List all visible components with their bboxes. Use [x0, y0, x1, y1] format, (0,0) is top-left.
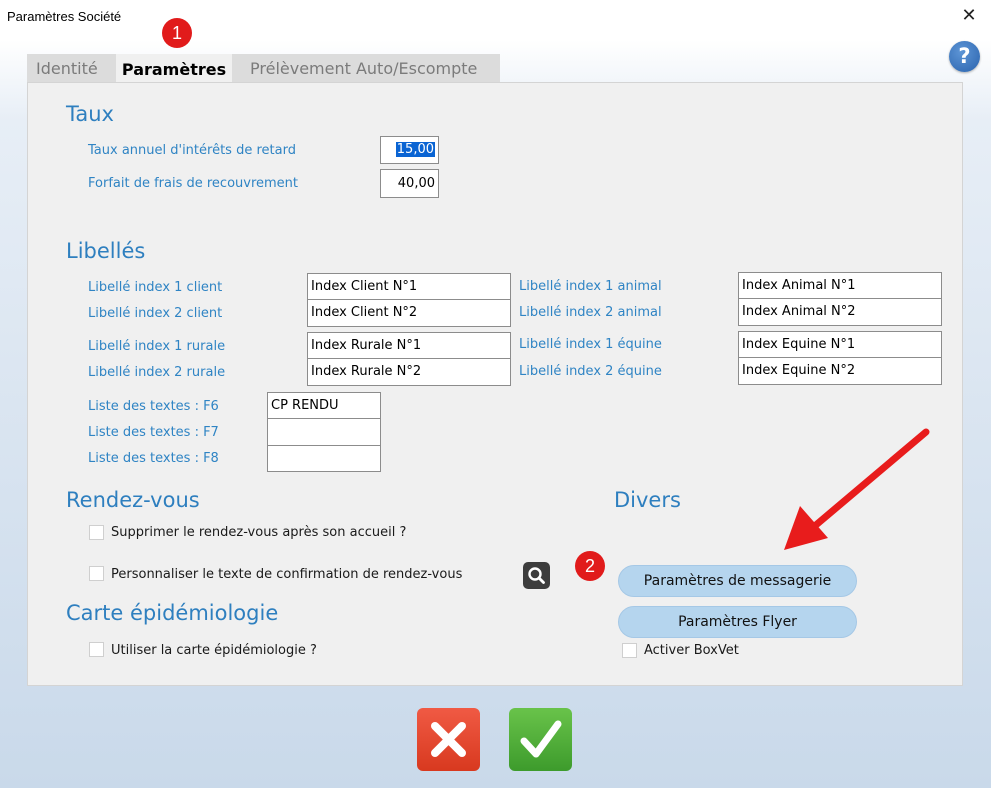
- libelle-index-2-animal-label: Libellé index 2 animal: [519, 305, 662, 320]
- libelle-index-2-animal-input[interactable]: Index Animal N°2: [738, 298, 942, 326]
- supprimer-rdv-label: Supprimer le rendez-vous après son accue…: [111, 525, 407, 540]
- confirm-button[interactable]: [509, 708, 572, 771]
- libelle-index-1-animal-label: Libellé index 1 animal: [519, 279, 662, 294]
- section-carte-heading: Carte épidémiologie: [66, 601, 279, 625]
- libelle-index-1-client-input[interactable]: Index Client N°1: [307, 273, 511, 300]
- texte-f6-label: Liste des textes : F6: [88, 399, 219, 414]
- libelle-index-1-equine-label: Libellé index 1 équine: [519, 337, 662, 352]
- texte-f7-input[interactable]: [267, 418, 381, 446]
- annotation-badge-1: 1: [162, 18, 192, 48]
- activer-boxvet-checkbox[interactable]: [622, 643, 637, 658]
- tab-bar: Identité Paramètres Prélèvement Auto/Esc…: [27, 54, 500, 83]
- personnaliser-rdv-checkbox[interactable]: [89, 566, 104, 581]
- section-libelles-heading: Libellés: [66, 239, 146, 263]
- libelle-index-2-rurale-label: Libellé index 2 rurale: [88, 365, 226, 380]
- section-divers-heading: Divers: [614, 488, 681, 512]
- activer-boxvet-label: Activer BoxVet: [644, 643, 739, 658]
- search-button[interactable]: [523, 562, 550, 589]
- utiliser-carte-checkbox[interactable]: [89, 642, 104, 657]
- search-icon: [528, 567, 545, 584]
- libelle-index-1-rurale-label: Libellé index 1 rurale: [88, 339, 226, 354]
- texte-f8-input[interactable]: [267, 445, 381, 472]
- personnaliser-rdv-label: Personnaliser le texte de confirmation d…: [111, 567, 463, 582]
- libelle-index-2-client-input[interactable]: Index Client N°2: [307, 299, 511, 327]
- libelle-index-2-equine-label: Libellé index 2 équine: [519, 364, 662, 379]
- arrow-icon: [784, 428, 930, 550]
- utiliser-carte-label: Utiliser la carte épidémiologie ?: [111, 643, 317, 658]
- close-window-button[interactable]: ✕: [958, 5, 980, 27]
- forfait-input[interactable]: 40,00: [380, 169, 439, 198]
- texte-f6-input[interactable]: CP RENDU: [267, 392, 381, 419]
- annotation-badge-2: 2: [575, 551, 605, 581]
- interets-label: Taux annuel d'intérêts de retard: [88, 143, 296, 158]
- section-taux-heading: Taux: [66, 102, 114, 126]
- help-button[interactable]: ?: [949, 41, 980, 72]
- libelle-index-2-equine-input[interactable]: Index Equine N°2: [738, 357, 942, 385]
- interets-value: 15,00: [395, 142, 435, 157]
- section-rendezvous-heading: Rendez-vous: [66, 488, 200, 512]
- cancel-button[interactable]: [417, 708, 480, 771]
- tab-parametres[interactable]: Paramètres: [116, 54, 232, 83]
- parametres-flyer-button[interactable]: Paramètres Flyer: [618, 606, 857, 638]
- check-icon: [520, 720, 562, 758]
- supprimer-rdv-checkbox[interactable]: [89, 525, 104, 540]
- libelle-index-1-client-label: Libellé index 1 client: [88, 280, 223, 295]
- title-bar: Paramètres Société ✕: [0, 0, 991, 34]
- texte-f7-label: Liste des textes : F7: [88, 425, 219, 440]
- libelle-index-1-equine-input[interactable]: Index Equine N°1: [738, 331, 942, 358]
- libelle-index-2-client-label: Libellé index 2 client: [88, 306, 223, 321]
- tab-identite[interactable]: Identité: [36, 54, 98, 83]
- texte-f8-label: Liste des textes : F8: [88, 451, 219, 466]
- tab-prelevement[interactable]: Prélèvement Auto/Escompte: [250, 54, 477, 83]
- close-icon: [431, 722, 466, 757]
- libelle-index-1-animal-input[interactable]: Index Animal N°1: [738, 272, 942, 299]
- forfait-label: Forfait de frais de recouvrement: [88, 176, 299, 191]
- interets-input[interactable]: 15,00: [380, 136, 439, 164]
- libelle-index-2-rurale-input[interactable]: Index Rurale N°2: [307, 358, 511, 386]
- parametres-messagerie-button[interactable]: Paramètres de messagerie: [618, 565, 857, 597]
- libelle-index-1-rurale-input[interactable]: Index Rurale N°1: [307, 332, 511, 359]
- window-title: Paramètres Société: [7, 9, 122, 24]
